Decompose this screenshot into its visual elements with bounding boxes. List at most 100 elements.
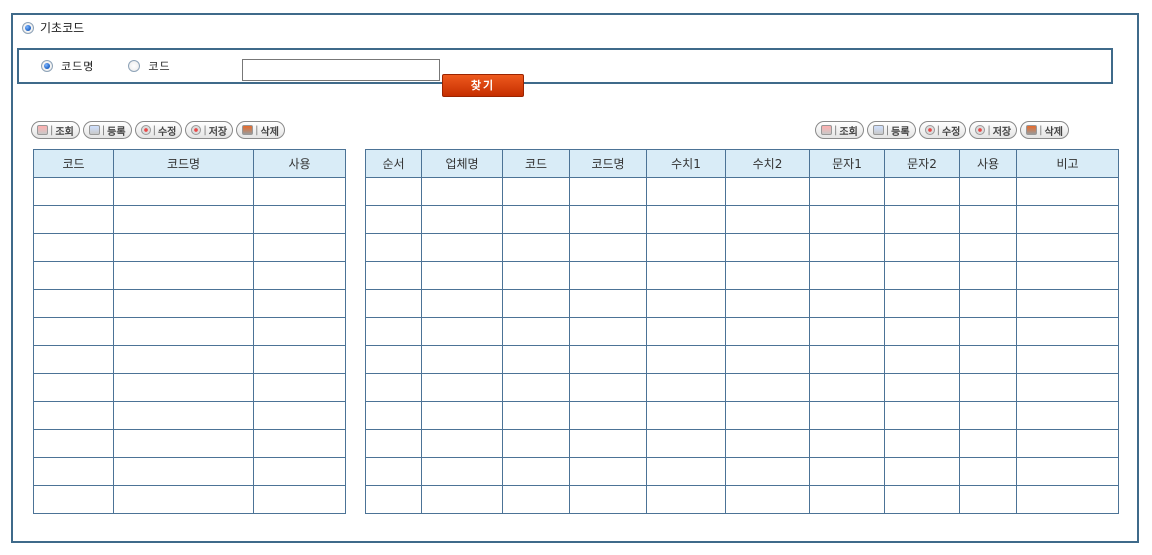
table-cell[interactable] [502, 373, 570, 402]
column-header-codename[interactable]: 코드명 [113, 149, 254, 178]
table-cell[interactable] [33, 289, 114, 318]
table-cell[interactable] [113, 289, 254, 318]
table-cell[interactable] [502, 317, 570, 346]
table-cell[interactable] [809, 457, 885, 486]
table-cell[interactable] [569, 457, 647, 486]
table-cell[interactable] [502, 345, 570, 374]
table-cell[interactable] [502, 205, 570, 234]
table-cell[interactable] [646, 233, 726, 262]
table-row[interactable] [365, 345, 1119, 374]
table-cell[interactable] [646, 485, 726, 514]
table-row[interactable] [33, 317, 346, 346]
table-cell[interactable] [646, 177, 726, 206]
left-query-button[interactable]: | 조회 [31, 121, 80, 139]
table-cell[interactable] [253, 177, 346, 206]
search-input[interactable] [242, 59, 440, 81]
table-cell[interactable] [253, 485, 346, 514]
table-cell[interactable] [569, 233, 647, 262]
table-cell[interactable] [421, 485, 503, 514]
column-header-use[interactable]: 사용 [253, 149, 346, 178]
left-save-button[interactable]: | 저장 [185, 121, 234, 139]
table-cell[interactable] [253, 233, 346, 262]
table-cell[interactable] [365, 373, 422, 402]
table-cell[interactable] [569, 317, 647, 346]
table-cell[interactable] [33, 177, 114, 206]
table-cell[interactable] [884, 205, 960, 234]
table-cell[interactable] [1016, 233, 1119, 262]
table-cell[interactable] [569, 289, 647, 318]
table-cell[interactable] [959, 205, 1017, 234]
table-cell[interactable] [884, 233, 960, 262]
column-header-text1[interactable]: 문자1 [809, 149, 885, 178]
table-cell[interactable] [725, 401, 810, 430]
table-cell[interactable] [1016, 429, 1119, 458]
table-cell[interactable] [421, 429, 503, 458]
table-cell[interactable] [884, 289, 960, 318]
table-cell[interactable] [1016, 205, 1119, 234]
table-cell[interactable] [113, 345, 254, 374]
table-cell[interactable] [113, 457, 254, 486]
table-cell[interactable] [569, 429, 647, 458]
table-row[interactable] [33, 429, 346, 458]
table-row[interactable] [365, 317, 1119, 346]
table-cell[interactable] [365, 289, 422, 318]
table-cell[interactable] [959, 485, 1017, 514]
right-edit-button[interactable]: | 수정 [918, 121, 967, 139]
table-cell[interactable] [502, 401, 570, 430]
table-cell[interactable] [33, 261, 114, 290]
table-cell[interactable] [809, 205, 885, 234]
table-cell[interactable] [1016, 177, 1119, 206]
table-row[interactable] [33, 345, 346, 374]
table-row[interactable] [33, 205, 346, 234]
table-cell[interactable] [884, 177, 960, 206]
table-cell[interactable] [725, 345, 810, 374]
table-cell[interactable] [884, 317, 960, 346]
table-cell[interactable] [725, 289, 810, 318]
table-cell[interactable] [809, 317, 885, 346]
table-cell[interactable] [253, 457, 346, 486]
table-cell[interactable] [365, 485, 422, 514]
table-row[interactable] [33, 401, 346, 430]
table-cell[interactable] [646, 289, 726, 318]
table-cell[interactable] [569, 261, 647, 290]
table-cell[interactable] [1016, 457, 1119, 486]
table-cell[interactable] [365, 177, 422, 206]
table-cell[interactable] [365, 401, 422, 430]
table-row[interactable] [365, 289, 1119, 318]
table-cell[interactable] [421, 261, 503, 290]
table-cell[interactable] [253, 261, 346, 290]
search-option-code[interactable]: 코드 [128, 58, 170, 74]
table-row[interactable] [33, 485, 346, 514]
table-cell[interactable] [253, 205, 346, 234]
table-cell[interactable] [884, 373, 960, 402]
table-row[interactable] [365, 485, 1119, 514]
table-cell[interactable] [809, 373, 885, 402]
table-row[interactable] [365, 261, 1119, 290]
table-row[interactable] [365, 457, 1119, 486]
table-cell[interactable] [646, 261, 726, 290]
table-cell[interactable] [884, 485, 960, 514]
table-row[interactable] [365, 233, 1119, 262]
column-header-text2[interactable]: 문자2 [884, 149, 960, 178]
table-cell[interactable] [884, 401, 960, 430]
column-header-note[interactable]: 비고 [1016, 149, 1119, 178]
table-cell[interactable] [569, 485, 647, 514]
table-cell[interactable] [113, 205, 254, 234]
table-cell[interactable] [809, 261, 885, 290]
left-edit-button[interactable]: | 수정 [134, 121, 183, 139]
left-register-button[interactable]: | 등록 [82, 121, 132, 139]
table-cell[interactable] [725, 317, 810, 346]
table-cell[interactable] [1016, 317, 1119, 346]
table-cell[interactable] [646, 345, 726, 374]
table-cell[interactable] [365, 205, 422, 234]
right-save-button[interactable]: | 저장 [969, 121, 1018, 139]
table-cell[interactable] [113, 261, 254, 290]
table-cell[interactable] [809, 177, 885, 206]
table-row[interactable] [365, 177, 1119, 206]
table-cell[interactable] [809, 233, 885, 262]
table-cell[interactable] [1016, 345, 1119, 374]
table-cell[interactable] [253, 401, 346, 430]
right-query-button[interactable]: | 조회 [815, 121, 864, 139]
table-cell[interactable] [33, 485, 114, 514]
table-cell[interactable] [365, 457, 422, 486]
